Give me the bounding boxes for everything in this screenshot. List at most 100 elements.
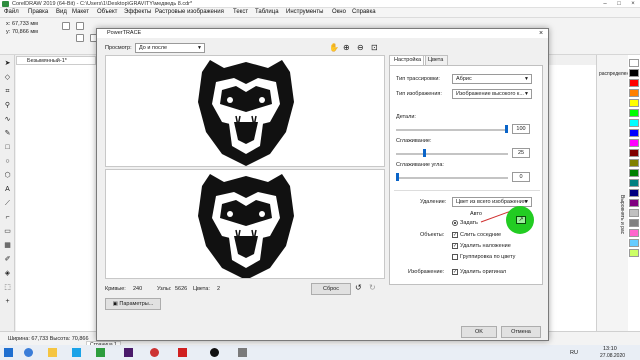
- image-type-select[interactable]: Изображение высокого к... ▼: [452, 89, 532, 99]
- dialog-close-button[interactable]: ×: [536, 29, 546, 38]
- pick-tool-icon[interactable]: ➤: [3, 59, 12, 68]
- menu-edit[interactable]: Правка: [28, 9, 48, 15]
- menu-window[interactable]: Окно: [332, 9, 346, 15]
- group-by-color-checkbox[interactable]: [452, 254, 458, 260]
- tab-settings[interactable]: Настройка: [389, 55, 427, 65]
- maximize-button[interactable]: □: [612, 0, 626, 8]
- browser-icon[interactable]: [24, 348, 33, 357]
- palette-swatch[interactable]: [629, 239, 639, 247]
- y-value-field[interactable]: 70,866 мм: [12, 29, 38, 35]
- zoom-fit-icon[interactable]: ⊡: [371, 43, 378, 52]
- detail-slider-thumb[interactable]: [505, 125, 508, 133]
- redo-icon[interactable]: ↻: [369, 283, 376, 292]
- zoom-tool-icon[interactable]: ⚲: [3, 101, 12, 110]
- detail-input[interactable]: 100: [512, 124, 530, 134]
- mirror-horizontal-icon[interactable]: [76, 22, 84, 30]
- corner-smoothing-slider-thumb[interactable]: [396, 173, 399, 181]
- menu-layout[interactable]: Макет: [72, 9, 89, 15]
- palette-swatch[interactable]: [629, 139, 639, 147]
- zoom-in-icon[interactable]: ⊕: [343, 43, 350, 52]
- group-by-color-label[interactable]: Группировка по цвету: [460, 254, 515, 260]
- polygon-tool-icon[interactable]: ⬡: [3, 171, 12, 180]
- palette-swatch[interactable]: [629, 69, 639, 77]
- reset-button[interactable]: Сброс: [311, 283, 351, 295]
- palette-swatch[interactable]: [629, 79, 639, 87]
- palette-swatch[interactable]: [629, 119, 639, 127]
- undo-icon[interactable]: ↺: [355, 283, 362, 292]
- removal-set-label[interactable]: Задать: [460, 220, 478, 226]
- palette-swatch[interactable]: [629, 179, 639, 187]
- record-icon[interactable]: [210, 348, 219, 357]
- menu-effects[interactable]: Эффекты: [124, 9, 151, 15]
- corner-smoothing-slider[interactable]: [396, 177, 508, 179]
- lock-ratio-icon[interactable]: [62, 22, 70, 30]
- freehand-tool-icon[interactable]: ∿: [3, 115, 12, 124]
- minimize-button[interactable]: –: [598, 0, 612, 8]
- document-tab[interactable]: Безымянный-1*: [16, 56, 96, 65]
- palette-swatch[interactable]: [629, 219, 639, 227]
- smoothing-input[interactable]: 25: [512, 148, 530, 158]
- mirror-vertical-icon[interactable]: [76, 34, 84, 42]
- add-tool-icon[interactable]: +: [3, 297, 12, 306]
- palette-swatch[interactable]: [629, 249, 639, 257]
- media-icon[interactable]: [150, 348, 159, 357]
- palette-swatch[interactable]: [629, 149, 639, 157]
- language-indicator[interactable]: RU: [570, 350, 578, 356]
- menu-text[interactable]: Текст: [233, 9, 248, 15]
- smoothing-slider[interactable]: [396, 153, 508, 155]
- merge-adjacent-checkbox[interactable]: ✓: [452, 232, 458, 238]
- palette-swatch[interactable]: [629, 229, 639, 237]
- detail-slider[interactable]: [396, 129, 508, 131]
- eyedropper-tool-icon[interactable]: ✐: [3, 255, 12, 264]
- preview-after[interactable]: [105, 169, 385, 279]
- eyedropper-icon[interactable]: ↗: [516, 216, 526, 224]
- rectangle-tool-icon[interactable]: □: [3, 143, 12, 152]
- smoothing-slider-thumb[interactable]: [423, 149, 427, 157]
- ok-button[interactable]: OK: [461, 326, 497, 338]
- transparency-tool-icon[interactable]: ▦: [3, 241, 12, 250]
- shape-tool-icon[interactable]: ◇: [3, 73, 12, 82]
- tab-colors[interactable]: Цвета: [423, 55, 449, 65]
- menu-view[interactable]: Вид: [56, 9, 67, 15]
- app-icon[interactable]: [72, 348, 81, 357]
- remove-overlap-label[interactable]: Удалить наложение: [460, 243, 511, 249]
- menu-tools[interactable]: Инструменты: [286, 9, 323, 15]
- zoom-out-icon[interactable]: ⊖: [357, 43, 364, 52]
- app3-icon[interactable]: [238, 348, 247, 357]
- remove-overlap-checkbox[interactable]: ✓: [452, 243, 458, 249]
- docker-vertical-tab[interactable]: Выровнять и рас: [619, 195, 625, 234]
- palette-swatch[interactable]: [629, 89, 639, 97]
- smart-fill-icon[interactable]: ⬚: [3, 283, 12, 292]
- palette-swatch[interactable]: [629, 59, 639, 67]
- palette-swatch[interactable]: [629, 109, 639, 117]
- delete-original-label[interactable]: Удалить оригинал: [460, 269, 506, 275]
- explorer-icon[interactable]: [48, 348, 57, 357]
- delete-original-checkbox[interactable]: ✓: [452, 269, 458, 275]
- menu-file[interactable]: Файл: [4, 9, 19, 15]
- menu-table[interactable]: Таблица: [255, 9, 279, 15]
- menu-object[interactable]: Объект: [97, 9, 117, 15]
- coreldraw-taskbar-icon[interactable]: [96, 348, 105, 357]
- connector-tool-icon[interactable]: ⌐: [3, 213, 12, 222]
- palette-swatch[interactable]: [629, 159, 639, 167]
- palette-swatch[interactable]: [629, 209, 639, 217]
- text-tool-icon[interactable]: A: [3, 185, 12, 194]
- removal-auto-label[interactable]: Авто: [470, 211, 482, 217]
- merge-adjacent-label[interactable]: Слить соседние: [460, 232, 501, 238]
- preview-before[interactable]: [105, 55, 385, 167]
- close-window-button[interactable]: ×: [626, 0, 640, 8]
- trace-type-select[interactable]: Абрис ▼: [452, 74, 532, 84]
- menu-bitmaps[interactable]: Растровые изображения: [155, 9, 224, 15]
- palette-swatch[interactable]: [629, 189, 639, 197]
- cancel-button[interactable]: Отмена: [501, 326, 541, 338]
- parallel-dimension-icon[interactable]: ⟋: [3, 199, 12, 208]
- interactive-fill-icon[interactable]: ◈: [3, 269, 12, 278]
- pan-icon[interactable]: ✋: [329, 43, 339, 52]
- app2-icon[interactable]: [178, 348, 187, 357]
- parameters-button[interactable]: ▣ Параметры...: [105, 298, 161, 310]
- drop-shadow-icon[interactable]: ▭: [3, 227, 12, 236]
- view-select[interactable]: До и после ▼: [135, 43, 205, 53]
- palette-swatch[interactable]: [629, 129, 639, 137]
- artistic-media-icon[interactable]: ✎: [3, 129, 12, 138]
- x-value-field[interactable]: 67,733 мм: [12, 21, 38, 27]
